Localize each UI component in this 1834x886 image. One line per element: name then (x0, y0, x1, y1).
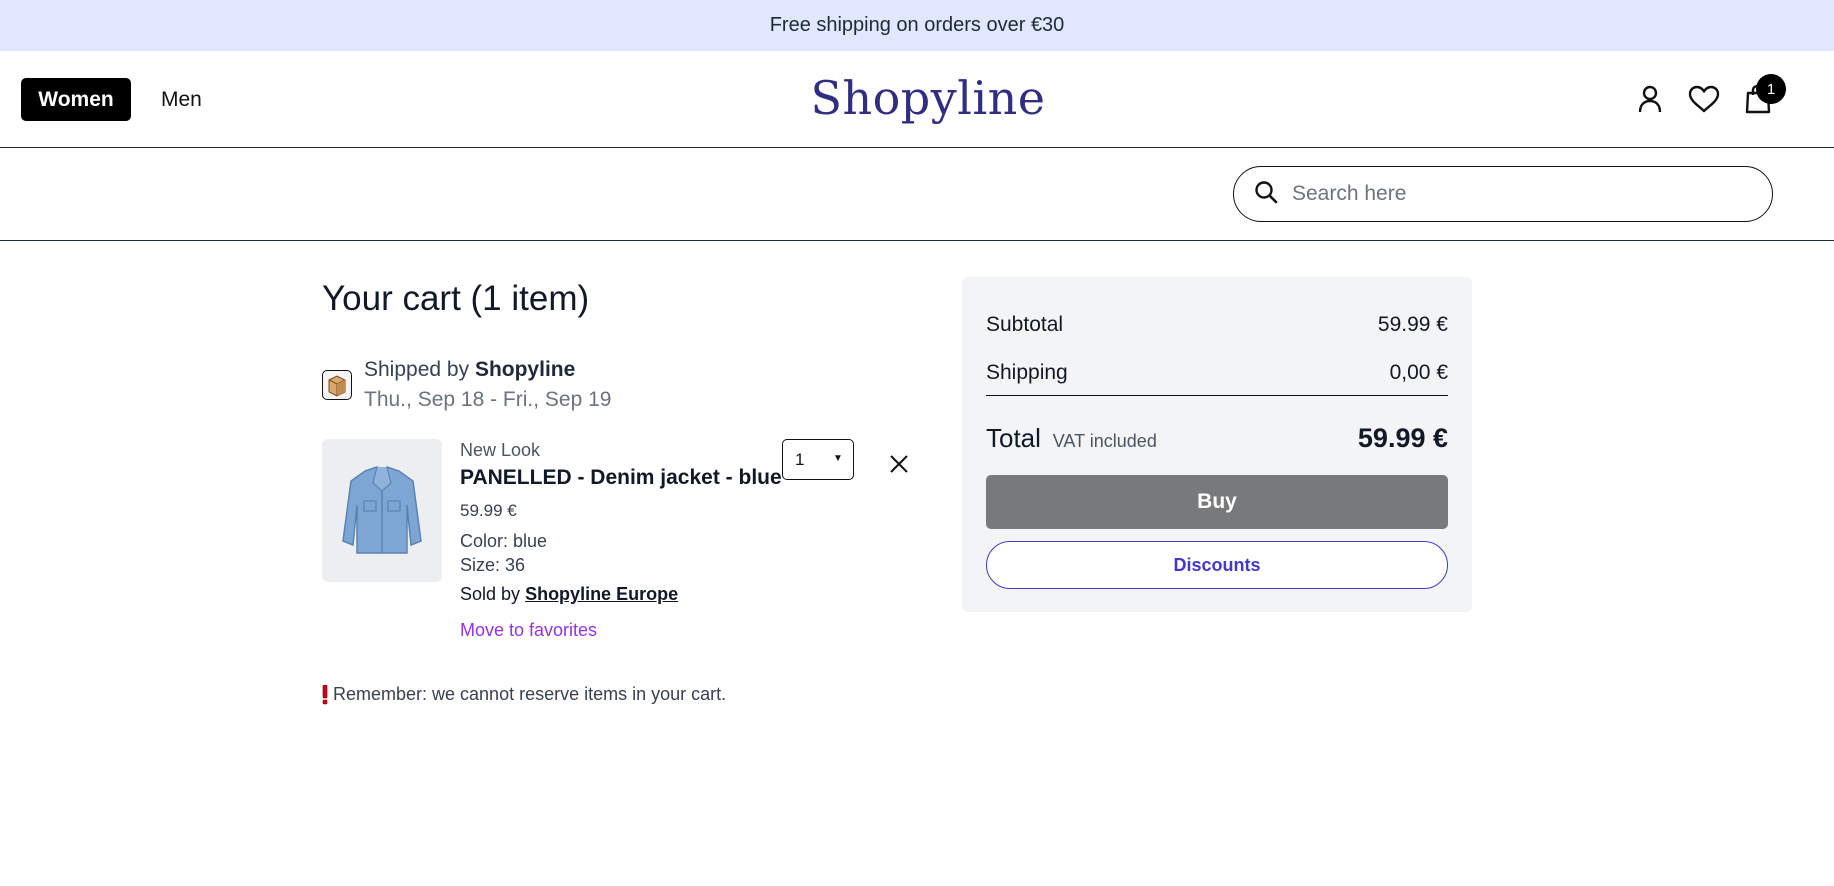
product-size: Size: 36 (460, 555, 526, 575)
sold-by-prefix: Sold by (460, 584, 521, 604)
chevron-down-icon: ▼ (833, 453, 843, 464)
total-label: Total (986, 423, 1041, 453)
subtotal-label: Subtotal (986, 313, 1064, 336)
product-color: Color: blue (460, 531, 548, 551)
promo-banner-text: Free shipping on orders over €30 (769, 14, 1065, 36)
heart-icon[interactable] (1686, 81, 1722, 117)
shipped-by-prefix: Shipped by (364, 358, 470, 381)
buy-button[interactable]: Buy (986, 475, 1448, 529)
exclamation-icon (322, 684, 328, 705)
shipping-value: 0,00 € (1389, 361, 1448, 384)
user-icon[interactable] (1632, 81, 1668, 117)
shipping-row: Shipping 0,00 € (986, 361, 1448, 396)
search-icon (1254, 180, 1278, 209)
sold-by: Sold by Shopyline Europe (460, 584, 678, 605)
site-logo[interactable]: Shopyline (0, 71, 1834, 125)
cart-reminder: Remember: we cannot reserve items in you… (322, 684, 726, 705)
cart-reminder-text: Remember: we cannot reserve items in you… (333, 684, 727, 704)
product-brand: New Look (460, 440, 541, 460)
cart-count-badge: 1 (1756, 74, 1786, 104)
subtotal-value: 59.99 € (1377, 313, 1448, 336)
search-bar (0, 148, 1834, 241)
package-icon (322, 370, 352, 400)
close-icon (889, 454, 909, 479)
vat-note: VAT included (1052, 431, 1157, 451)
shipping-label: Shipping (986, 361, 1068, 384)
seller-link[interactable]: Shopyline Europe (525, 584, 678, 604)
promo-banner: Free shipping on orders over €30 (0, 0, 1834, 51)
shipped-by: Shipped by Shopyline (364, 358, 575, 382)
move-to-favorites-link[interactable]: Move to favorites (460, 620, 597, 641)
quantity-value: 1 (795, 449, 805, 469)
order-summary: Subtotal 59.99 € Shipping 0,00 € Total V… (962, 277, 1472, 612)
product-price: 59.99 € (460, 501, 517, 520)
discounts-button[interactable]: Discounts (986, 541, 1448, 589)
product-name[interactable]: PANELLED - Denim jacket - blue (460, 466, 782, 490)
quantity-select[interactable]: 1 ▼ (782, 439, 854, 480)
shipped-by-name: Shopyline (474, 358, 576, 381)
total-value: 59.99 € (1357, 423, 1448, 453)
total-row: Total VAT included 59.99 € (986, 423, 1448, 454)
site-header: Women Men Shopyline 1 (0, 51, 1834, 148)
search-input[interactable] (1292, 182, 1732, 206)
subtotal-row: Subtotal 59.99 € (986, 313, 1448, 337)
product-image[interactable] (322, 439, 442, 582)
remove-item-button[interactable] (884, 451, 914, 481)
cart-title: Your cart (1 item) (322, 279, 590, 318)
search-box[interactable] (1233, 166, 1773, 222)
delivery-dates: Thu., Sep 18 - Fri., Sep 19 (364, 388, 612, 411)
